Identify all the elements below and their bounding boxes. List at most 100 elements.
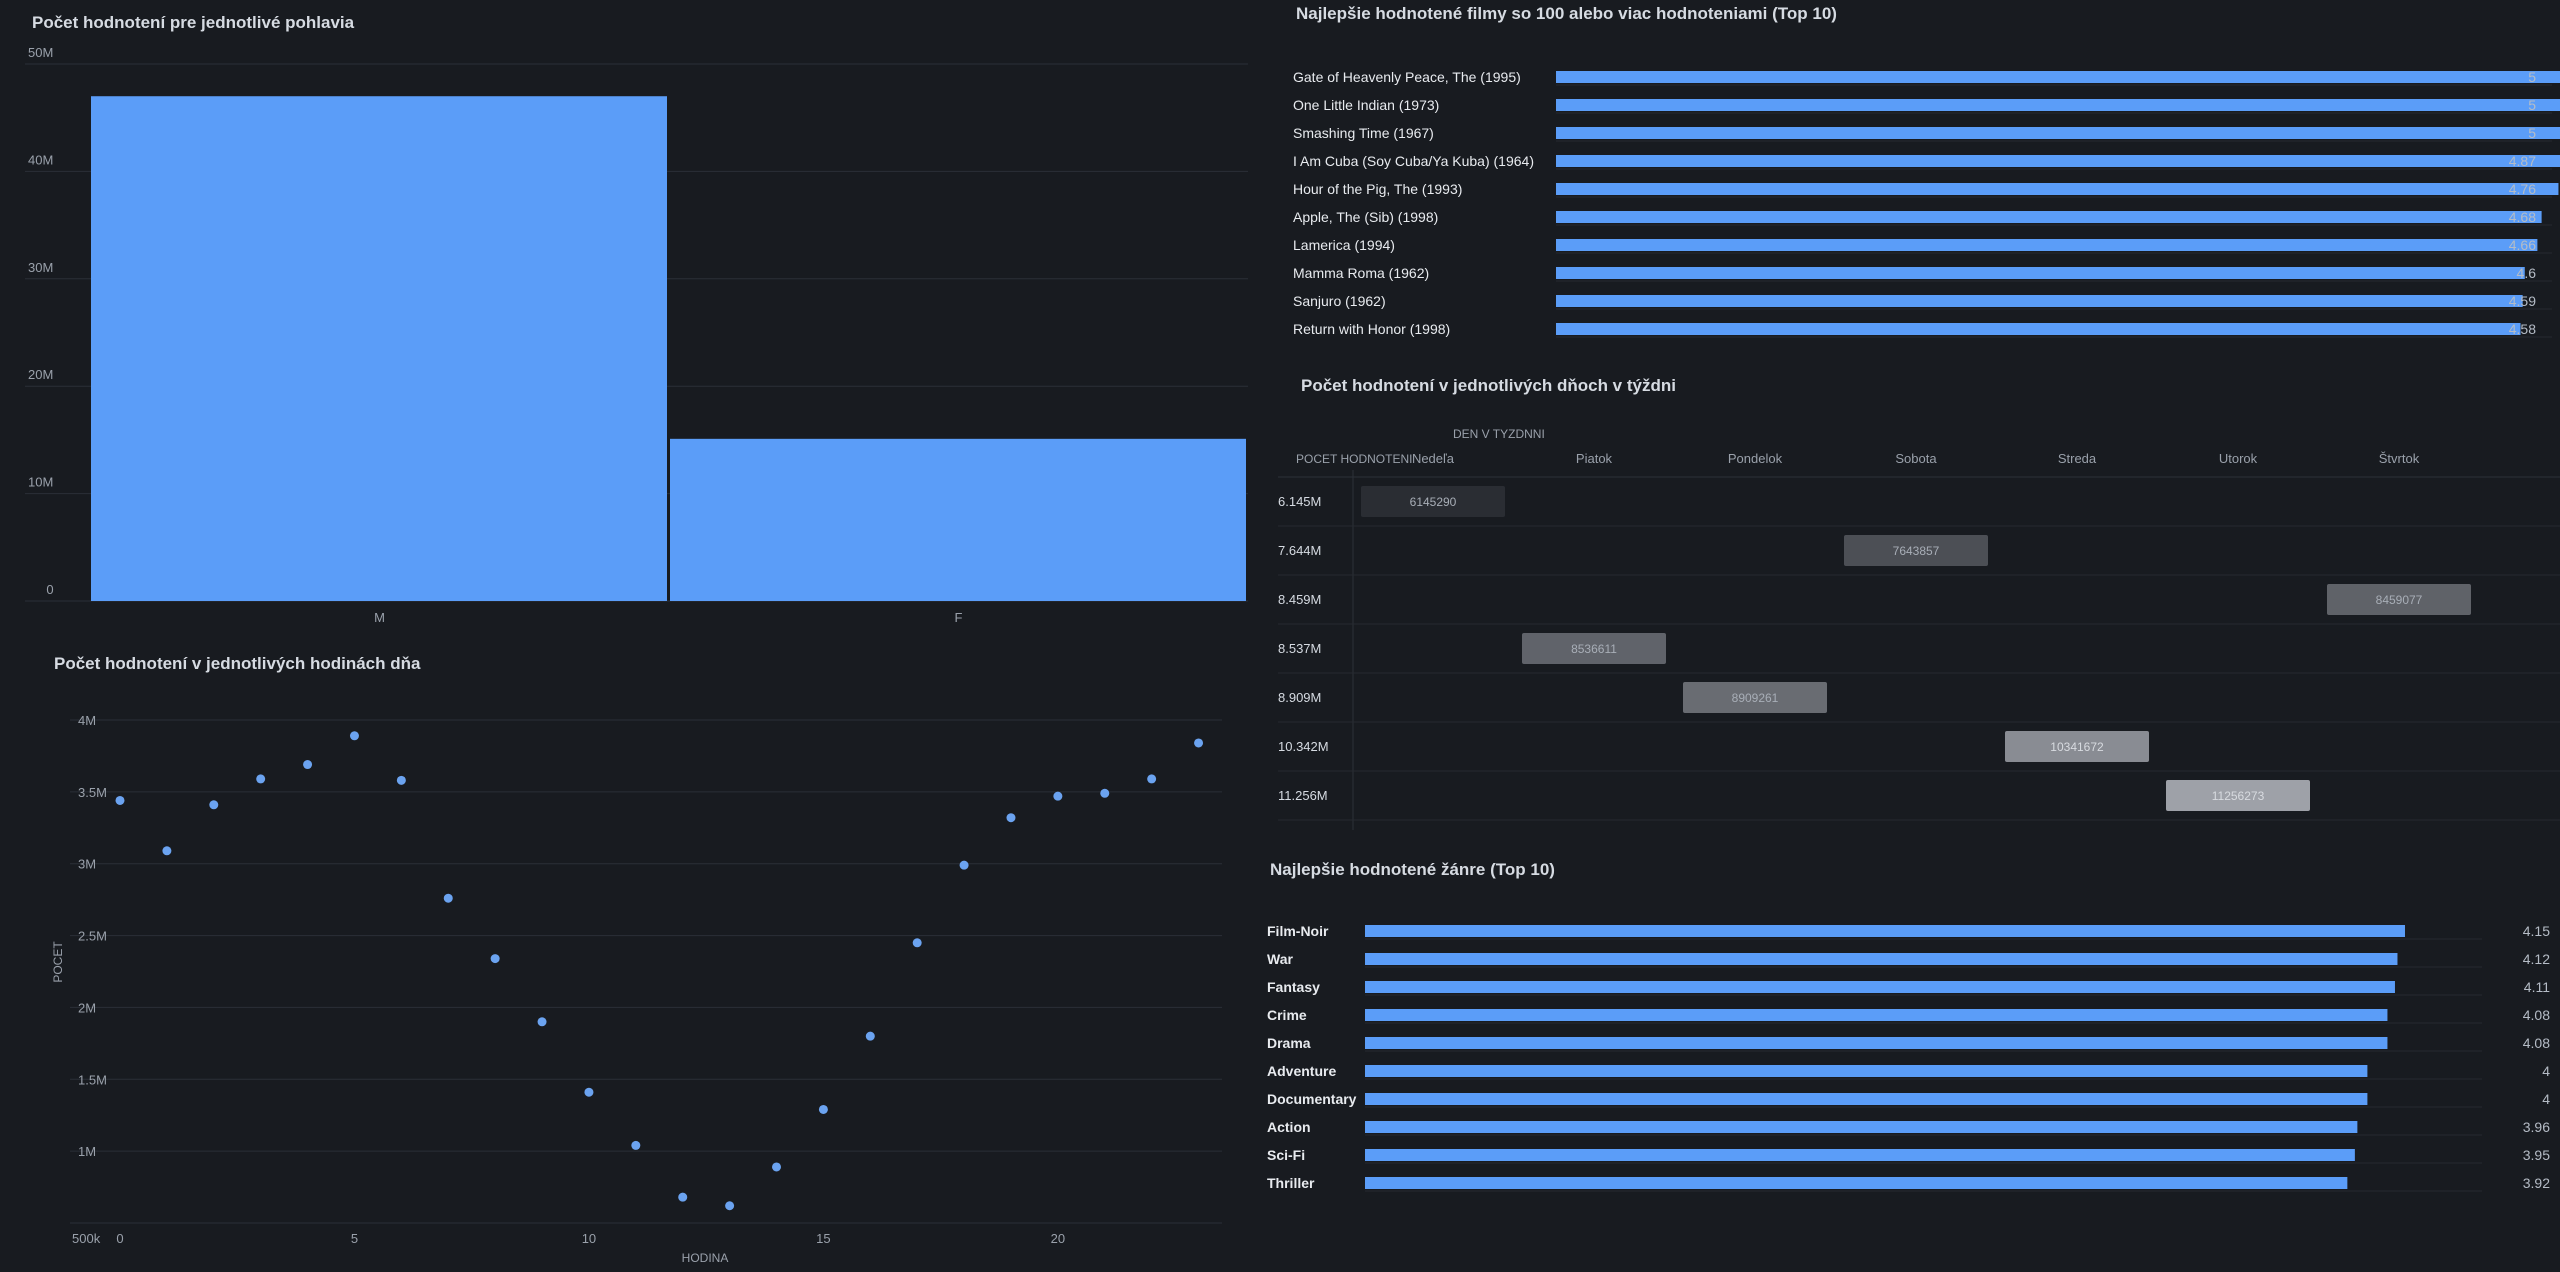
- y-tick-label: 3M: [78, 857, 96, 872]
- bar: [1556, 323, 2521, 335]
- value-label: 4.08: [2523, 1007, 2550, 1023]
- row-label: 8.459M: [1278, 592, 1321, 607]
- hours-panel: Počet hodnotení v jednotlivých hodinách …: [0, 640, 1270, 1272]
- heat-cell-value: 8536611: [1571, 642, 1617, 656]
- category-label: Adventure: [1267, 1063, 1336, 1079]
- value-label: 3.92: [2523, 1175, 2550, 1191]
- bar: [1365, 1177, 2348, 1189]
- data-point: [115, 795, 125, 805]
- data-point: [818, 1104, 828, 1114]
- value-label: 4.87: [2509, 153, 2536, 169]
- y-tick-label: 3.5M: [78, 785, 107, 800]
- data-point: [490, 954, 500, 964]
- data-point: [725, 1201, 735, 1211]
- data-point: [678, 1192, 688, 1202]
- category-label: Crime: [1267, 1007, 1307, 1023]
- bar: [1556, 183, 2559, 195]
- value-label: 4.11: [2524, 979, 2550, 995]
- bar: [1556, 211, 2542, 223]
- value-label: 5: [2528, 69, 2536, 85]
- row-label: 7.644M: [1278, 543, 1321, 558]
- value-label: 4: [2542, 1091, 2550, 1107]
- top-genres-panel: Najlepšie hodnotené žánre (Top 10) Film-…: [1252, 848, 2560, 1272]
- gender-chart: 0 10M 20M 30M 40M 50M M F: [25, 45, 1248, 625]
- bar-m: [91, 96, 667, 601]
- bar-f: [670, 438, 1246, 601]
- y-tick-label: 1M: [78, 1144, 96, 1159]
- category-label: Lamerica (1994): [1293, 237, 1395, 253]
- x-tick-label: 5: [351, 1231, 358, 1246]
- category-label: Apple, The (Sib) (1998): [1293, 209, 1438, 225]
- x-tick-label: M: [374, 610, 385, 625]
- data-point: [865, 1031, 875, 1041]
- bar: [1556, 267, 2525, 279]
- x-tick-label: F: [955, 610, 963, 625]
- data-point: [1053, 791, 1063, 801]
- column-header: Štvrtok: [2379, 451, 2420, 466]
- data-point: [1194, 738, 1204, 748]
- data-point: [443, 893, 453, 903]
- value-label: 5: [2528, 125, 2536, 141]
- heat-cell-value: 10341672: [2050, 740, 2104, 754]
- heat-cell-value: 8909261: [1732, 691, 1779, 705]
- data-point: [1147, 774, 1157, 784]
- value-label: 3.95: [2523, 1147, 2550, 1163]
- bar: [1365, 953, 2398, 965]
- data-point: [959, 860, 969, 870]
- bar: [1365, 1037, 2388, 1049]
- y-tick-label: 50M: [28, 45, 53, 60]
- category-label: War: [1267, 951, 1293, 967]
- y-axis-label: POCET: [51, 941, 65, 983]
- data-point: [303, 760, 313, 770]
- bar: [1365, 1009, 2388, 1021]
- x-axis-label: HODINA: [682, 1251, 729, 1265]
- days-panel: Počet hodnotení v jednotlivých dňoch v t…: [1270, 370, 2560, 830]
- hours-scatter: 500k 1M 1.5M 2M 2.5M 3M 3.5M 4M 0 5 10 15 20 HODINA PO…: [51, 713, 1222, 1265]
- category-label: Thriller: [1267, 1175, 1315, 1191]
- category-label: Sanjuro (1962): [1293, 293, 1386, 309]
- data-point: [349, 731, 359, 741]
- category-label: I Am Cuba (Soy Cuba/Ya Kuba) (1964): [1293, 153, 1534, 169]
- heat-cell-value: 8459077: [2376, 593, 2423, 607]
- row-label: 8.537M: [1278, 641, 1321, 656]
- category-label: One Little Indian (1973): [1293, 97, 1439, 113]
- y-tick-label: 500k: [72, 1231, 101, 1246]
- category-label: Drama: [1267, 1035, 1311, 1051]
- value-label: 4.12: [2523, 951, 2550, 967]
- row-label: 8.909M: [1278, 690, 1321, 705]
- category-label: Return with Honor (1998): [1293, 321, 1450, 337]
- y-tick-label: 20M: [28, 367, 53, 382]
- row-axis-label: POCET HODNOTENI: [1296, 452, 1412, 466]
- category-label: Hour of the Pig, The (1993): [1293, 181, 1462, 197]
- data-point: [396, 775, 406, 785]
- y-tick-label: 0: [46, 582, 53, 597]
- column-header: Utorok: [2219, 451, 2258, 466]
- top-genres-chart: Film-Noir 4.15 War 4.12 Fantasy 4.11 Crime 4.08…: [1267, 923, 2550, 1192]
- y-tick-label: 30M: [28, 260, 53, 275]
- y-tick-label: 4M: [78, 713, 96, 728]
- category-label: Gate of Heavenly Peace, The (1995): [1293, 69, 1521, 85]
- data-point: [1100, 788, 1110, 798]
- value-label: 4: [2542, 1063, 2550, 1079]
- data-point: [256, 774, 266, 784]
- column-header: Sobota: [1895, 451, 1937, 466]
- bar: [1365, 1093, 2368, 1105]
- value-label: 4.59: [2509, 293, 2536, 309]
- days-heatmap: DEN V TYZDNNI POCET HODNOTENI Nedeľa Piatok…: [1278, 427, 2560, 830]
- value-label: 5: [2528, 97, 2536, 113]
- bar: [1556, 71, 2560, 83]
- x-tick-label: 15: [816, 1231, 830, 1246]
- bar: [1365, 981, 2395, 993]
- y-tick-label: 2M: [78, 1000, 96, 1015]
- value-label: 4.15: [2523, 923, 2550, 939]
- value-label: 4.68: [2509, 209, 2536, 225]
- bar: [1365, 925, 2405, 937]
- bar: [1556, 99, 2560, 111]
- column-header: Streda: [2058, 451, 2097, 466]
- value-label: 4.76: [2509, 181, 2536, 197]
- column-header: Pondelok: [1728, 451, 1783, 466]
- bar: [1556, 295, 2523, 307]
- value-label: 4.6: [2517, 265, 2537, 281]
- data-point: [1006, 813, 1016, 823]
- y-tick-label: 2.5M: [78, 929, 107, 944]
